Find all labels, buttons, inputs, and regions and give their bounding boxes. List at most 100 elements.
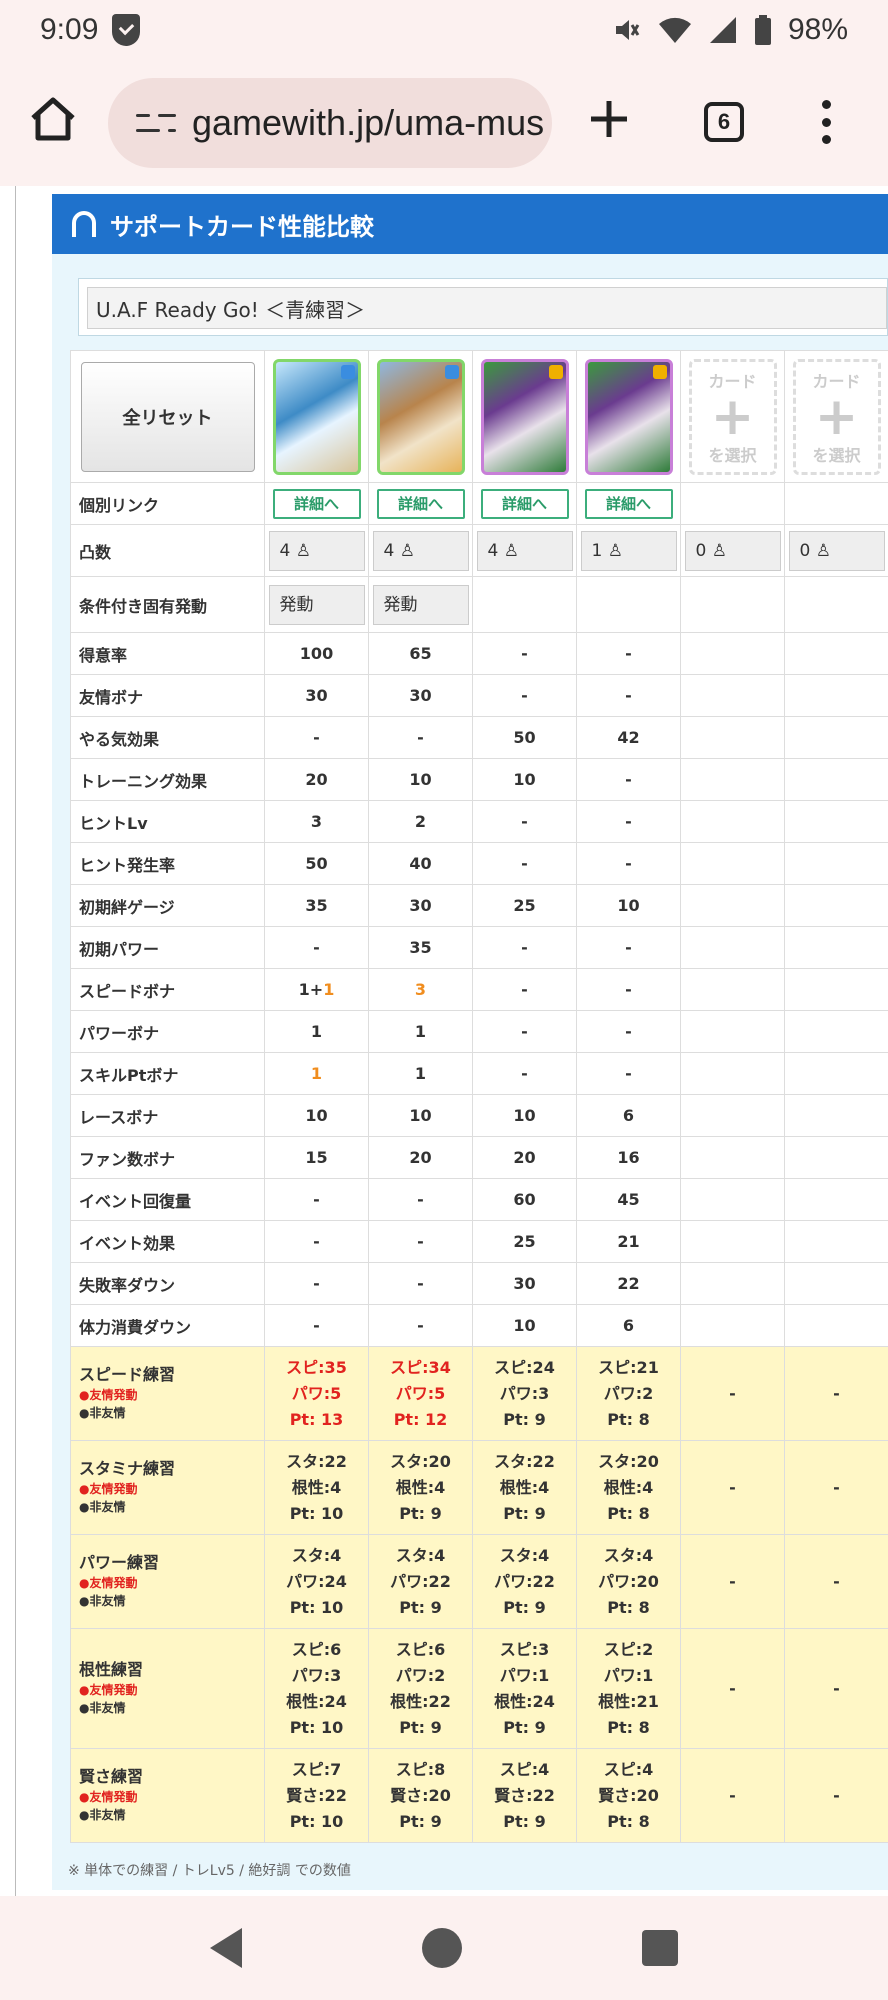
home-icon[interactable] <box>28 94 78 144</box>
stat-value: 10 <box>368 1094 473 1137</box>
panel-title: サポートカード性能比較 <box>110 212 374 241</box>
training-value: スピ:34 パワ:5 Pt: 12 <box>368 1346 473 1441</box>
stat-row: イベント回復量 - -60 45 <box>70 1178 888 1221</box>
conditional-toggle-2[interactable]: 発動 <box>372 584 469 625</box>
limit-break-select-4[interactable]: 1 ♙ <box>580 530 677 571</box>
stat-value: 6 <box>576 1094 681 1137</box>
training-value: - <box>784 1346 888 1441</box>
stat-value: - <box>264 1304 369 1347</box>
stat-row: 友情ボナ 30 30- - <box>70 674 888 717</box>
row-label: スキルPtボナ <box>70 1052 265 1095</box>
training-value: スピ:4 賢さ:20 Pt: 8 <box>576 1748 681 1843</box>
training-row: スピード練習 ●友情発動 ●非友情 スピ:35 パワ:5 Pt: 13 スピ:34 パワ:5 P… <box>70 1346 888 1441</box>
stat-value: - <box>472 968 577 1011</box>
friend-legend: ●友情発動 ●非友情 <box>79 1789 138 1822</box>
recent-apps-icon[interactable] <box>642 1930 678 1966</box>
stat-value <box>680 758 785 801</box>
stat-value <box>784 758 888 801</box>
more-menu-icon[interactable] <box>820 100 832 144</box>
site-settings-icon[interactable] <box>136 108 176 138</box>
stat-row: レースボナ 10 10 10 6 <box>70 1094 888 1137</box>
card-name-field[interactable]: U.A.F Ready Go! ＜青練習＞ <box>78 278 888 336</box>
row-label: ヒント発生率 <box>70 842 265 885</box>
stat-value: - <box>472 800 577 843</box>
stat-value: - <box>264 1178 369 1221</box>
limit-break-select-2[interactable]: 4 ♙ <box>372 530 469 571</box>
stat-value: - <box>472 674 577 717</box>
stat-value: 50 <box>472 716 577 759</box>
back-icon[interactable] <box>210 1928 242 1968</box>
stat-value <box>784 1178 888 1221</box>
stat-value: - <box>576 1052 681 1095</box>
stat-value <box>784 1136 888 1179</box>
card-image-2[interactable] <box>376 358 465 475</box>
status-time: 9:09 <box>40 13 99 46</box>
limit-break-select-5[interactable]: 0 ♙ <box>684 530 781 571</box>
stat-value <box>680 716 785 759</box>
type-badge-icon <box>340 364 355 379</box>
detail-link-3[interactable]: 詳細へ <box>480 488 569 519</box>
conditional-toggle-1[interactable]: 発動 <box>268 584 365 625</box>
training-value: スピ:6 パワ:3 根性:24 Pt: 10 <box>264 1628 369 1749</box>
row-label: トレーニング効果 <box>70 758 265 801</box>
stat-value: 60 <box>472 1178 577 1221</box>
battery-level: 98% <box>787 13 848 46</box>
limit-break-select-1[interactable]: 4 ♙ <box>268 530 365 571</box>
detail-link-4[interactable]: 詳細へ <box>584 488 673 519</box>
limit-break-select-6[interactable]: 0 ♙ <box>788 530 885 571</box>
stat-value: - <box>368 1262 473 1305</box>
card-image-4[interactable] <box>584 358 673 475</box>
stat-value <box>680 1220 785 1263</box>
card-name-text[interactable]: U.A.F Ready Go! ＜青練習＞ <box>87 287 887 329</box>
stat-value: - <box>264 1220 369 1263</box>
stat-value <box>784 1010 888 1053</box>
card-image-3[interactable] <box>480 358 569 475</box>
stat-value: 50 <box>264 842 369 885</box>
stat-value <box>680 674 785 717</box>
stat-row: 体力消費ダウン - -10 6 <box>70 1304 888 1347</box>
stat-value: - <box>368 1304 473 1347</box>
detail-link-2[interactable]: 詳細へ <box>376 488 465 519</box>
stat-value: - <box>264 716 369 759</box>
empty-card-slot-5[interactable]: カード + を選択 <box>688 358 777 475</box>
status-bar: 9:09 98% <box>0 0 888 60</box>
training-value: スピ:6 パワ:2 根性:22 Pt: 9 <box>368 1628 473 1749</box>
stat-value: - <box>472 1010 577 1053</box>
row-label: 友情ボナ <box>70 674 265 717</box>
stat-value: - <box>576 1010 681 1053</box>
row-label: 条件付き固有発動 <box>70 576 265 633</box>
stat-value <box>784 884 888 927</box>
training-value: スタ:4 パワ:20 Pt: 8 <box>576 1534 681 1629</box>
stat-value: 30 <box>264 674 369 717</box>
home-nav-icon[interactable] <box>422 1928 462 1968</box>
url-bar[interactable]: gamewith.jp/uma-mus <box>108 78 552 168</box>
stat-value <box>784 1052 888 1095</box>
stat-value: - <box>576 758 681 801</box>
limit-break-select-3[interactable]: 4 ♙ <box>476 530 573 571</box>
stat-value: - <box>576 842 681 885</box>
stat-value: 6 <box>576 1304 681 1347</box>
reset-all-button[interactable]: 全リセット <box>80 361 255 472</box>
footnote: ※ 単体での練習 / トレLv5 / 絶好調 での数値 <box>68 1863 351 1879</box>
stat-value <box>784 1094 888 1137</box>
training-value: スピ:3 パワ:1 根性:24 Pt: 9 <box>472 1628 577 1749</box>
training-value: スピ:7 賢さ:22 Pt: 10 <box>264 1748 369 1843</box>
card-image-1[interactable] <box>272 358 361 475</box>
stat-value: 10 <box>264 1094 369 1137</box>
type-badge-icon <box>652 364 667 379</box>
stat-value: 25 <box>472 884 577 927</box>
friend-legend: ●友情発動 ●非友情 <box>79 1682 138 1715</box>
new-tab-icon[interactable] <box>588 98 630 140</box>
training-label: 賢さ練習 ●友情発動 ●非友情 <box>70 1748 265 1843</box>
training-row: パワー練習 ●友情発動 ●非友情 スタ:4 パワ:24 Pt: 10 スタ:4 パワ:22 Pt… <box>70 1534 888 1629</box>
tab-switcher-button[interactable]: 6 <box>704 102 744 142</box>
stat-value: 3 <box>368 968 473 1011</box>
row-label: 初期絆ゲージ <box>70 884 265 927</box>
row-label: やる気効果 <box>70 716 265 759</box>
url-text[interactable]: gamewith.jp/uma-mus <box>192 102 544 144</box>
training-value: - <box>680 1346 785 1441</box>
stat-row: パワーボナ 1 1- - <box>70 1010 888 1053</box>
detail-link-1[interactable]: 詳細へ <box>272 488 361 519</box>
empty-card-slot-6[interactable]: カード + を選択 <box>792 358 881 475</box>
stat-value <box>680 1052 785 1095</box>
